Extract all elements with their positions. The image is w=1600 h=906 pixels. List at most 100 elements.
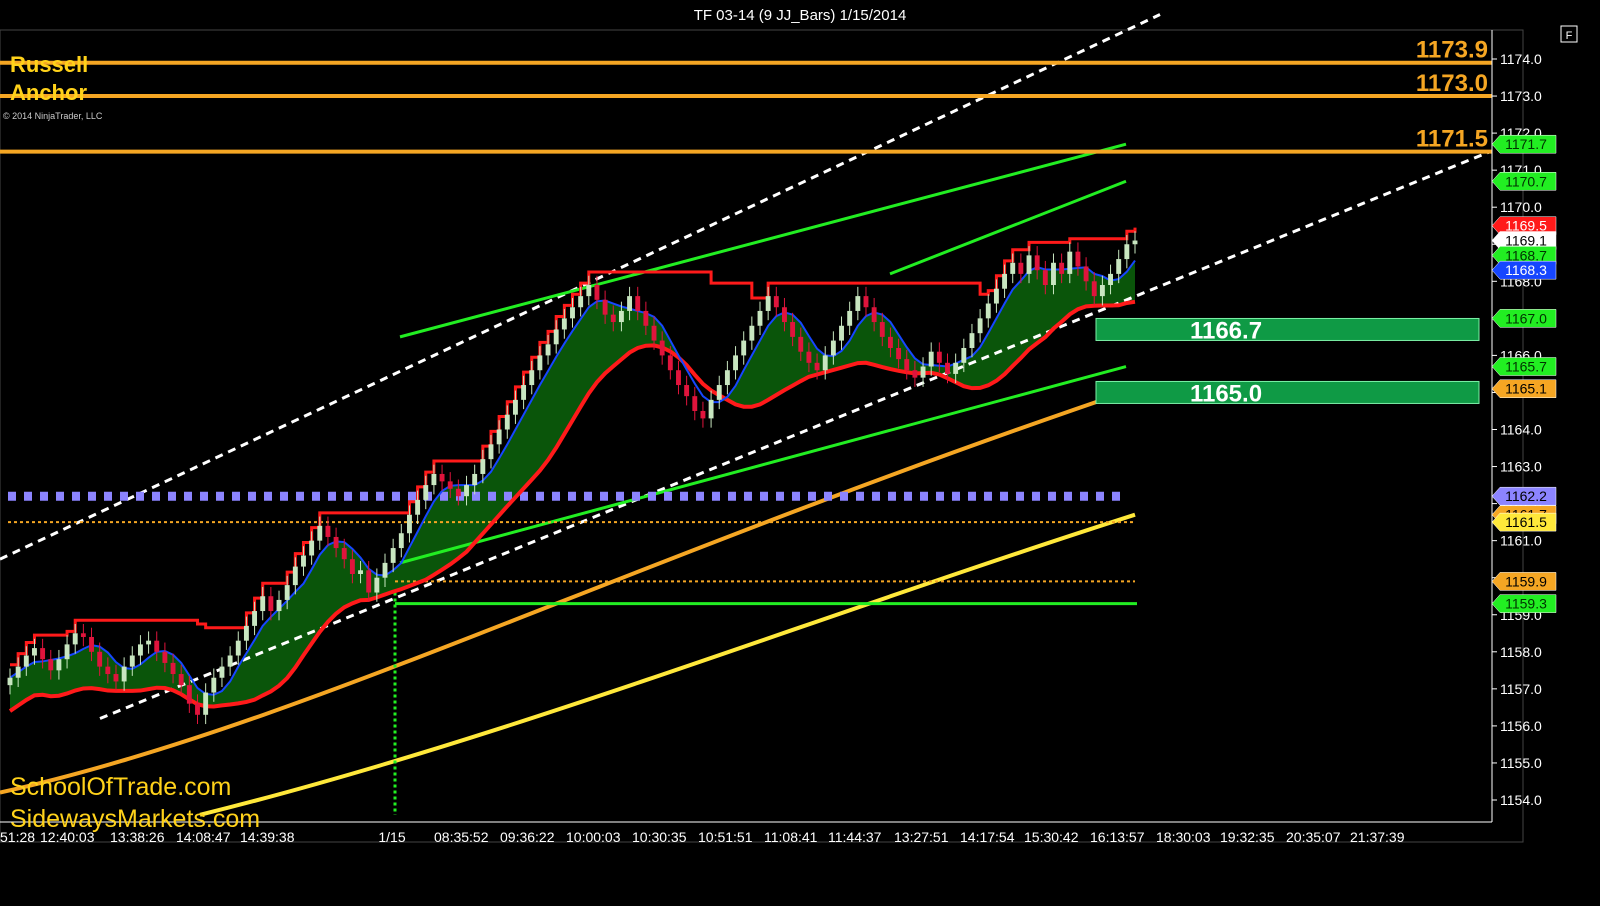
candle-body [814, 362, 820, 371]
candle-body [260, 596, 266, 612]
candle-body [692, 396, 698, 411]
y-axis-tick-label: 1154.0 [1500, 792, 1542, 808]
copyright-text: © 2014 NinjaTrader, LLC [3, 111, 103, 121]
candle-body [798, 336, 804, 352]
candle-body [56, 659, 62, 671]
price-tag-label: 1159.9 [1505, 573, 1547, 589]
candle-body [578, 296, 584, 308]
x-axis-tick-label: 21:37:39 [1350, 829, 1405, 845]
corner-button-label: F [1566, 30, 1573, 42]
y-axis-tick-label: 1156.0 [1500, 718, 1542, 734]
candle-body [1010, 262, 1016, 274]
candle-body [48, 659, 54, 671]
candle-body [32, 648, 37, 656]
candle-body [195, 703, 200, 715]
candle-body [765, 296, 771, 311]
x-axis-tick-label: 08:35:52 [434, 829, 489, 845]
candle-body [1108, 273, 1113, 286]
y-axis-tick-label: 1164.0 [1500, 422, 1542, 438]
candle-body [1034, 255, 1040, 271]
candle-body [1051, 262, 1056, 286]
candle-body [1075, 251, 1081, 267]
candle-body [618, 310, 624, 323]
candle-body [276, 599, 282, 612]
candle-body [431, 473, 437, 486]
candle-body [1059, 262, 1065, 274]
x-axis-tick-label: 14:17:54 [960, 829, 1015, 845]
candle-body [358, 570, 363, 574]
candle-body [439, 473, 445, 482]
candle-body [830, 340, 836, 356]
candle-body [659, 340, 665, 356]
y-axis-tick-label: 1163.0 [1500, 459, 1542, 475]
candle-body [676, 370, 681, 386]
x-axis-tick-label: 13:27:51 [894, 829, 949, 845]
candle-body [594, 285, 600, 300]
candle-body [1042, 270, 1048, 286]
candle-body [635, 296, 641, 311]
candle-body [749, 325, 755, 341]
candle-body [366, 570, 372, 593]
candle-body [936, 351, 942, 363]
candle-body [186, 685, 192, 704]
candle-body [1002, 273, 1008, 289]
chart-title: TF 03-14 (9 JJ_Bars) 1/15/2014 [694, 7, 907, 24]
candle-body [447, 481, 453, 489]
y-axis-tick-label: 1174.0 [1500, 51, 1542, 67]
candle-body [561, 318, 567, 330]
candle-body [464, 485, 469, 497]
candle-body [333, 536, 339, 549]
candle-body [309, 540, 315, 556]
candle-body [871, 307, 877, 323]
candle-body [301, 555, 306, 567]
candle-body [651, 325, 657, 341]
price-tag-label: 1165.1 [1505, 381, 1547, 397]
candle-body [137, 644, 143, 656]
candle-body [1132, 240, 1138, 245]
candle-body [602, 299, 608, 315]
price-tag-label: 1170.7 [1505, 173, 1547, 189]
candle-body [97, 651, 103, 667]
candle-body [178, 674, 184, 686]
x-axis-tick-label: 10:30:35 [632, 829, 687, 845]
candle-body [488, 444, 494, 460]
candle-body [292, 566, 298, 586]
candle-body [887, 336, 893, 348]
candle-body [1067, 251, 1073, 274]
candle-body [15, 666, 21, 678]
candle-body [839, 325, 844, 341]
candle-body [1124, 244, 1130, 260]
target-zone-label: 1166.7 [1190, 317, 1262, 344]
candle-body [863, 296, 869, 308]
candle-body [146, 640, 152, 645]
candle-body [782, 307, 787, 323]
candle-body [708, 399, 714, 419]
site-label-sidewaysmarkets: SidewaysMarkets.com [10, 805, 260, 833]
candle-body [1091, 281, 1097, 297]
candle-body [512, 399, 518, 415]
candle-body [879, 322, 885, 337]
candle-body [23, 655, 29, 667]
candle-body [496, 429, 502, 445]
lower-channel-dashed-line [99, 150, 1491, 720]
candle-body [1116, 259, 1122, 274]
candle-body [72, 633, 78, 645]
candle-body [912, 370, 918, 378]
level-label: 1171.5 [1416, 126, 1488, 153]
candle-body [203, 692, 209, 715]
price-chart[interactable]: TF 03-14 (9 JJ_Bars) 1/15/2014 F 1173.9 1… [0, 0, 1600, 906]
candle-body [40, 648, 46, 660]
candle-body [928, 351, 934, 367]
x-axis-tick-label: 20:35:07 [1286, 829, 1341, 845]
candle-body [415, 499, 421, 515]
candle-body [537, 355, 543, 371]
price-tag-label: 1159.3 [1505, 596, 1547, 612]
candle-body [455, 488, 461, 497]
price-tag-label: 1168.3 [1505, 262, 1547, 278]
candle-body [896, 347, 902, 360]
candle-body [80, 633, 86, 637]
candle-body [757, 310, 763, 326]
price-tag-label: 1162.2 [1505, 488, 1547, 504]
candle-body [855, 296, 861, 311]
candle-body [390, 548, 396, 563]
